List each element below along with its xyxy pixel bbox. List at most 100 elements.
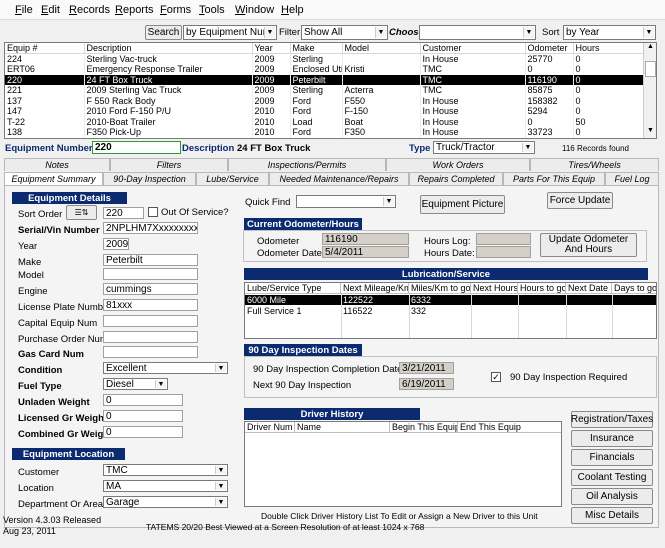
list-cell: Full Service 1 xyxy=(247,306,302,316)
tab-tires-wheels[interactable]: Tires/Wheels xyxy=(530,158,659,171)
table-cell: TMC xyxy=(420,85,526,96)
menu-forms[interactable]: Forms xyxy=(160,4,191,16)
driver-col-header[interactable]: Name xyxy=(295,422,390,433)
grid-scrollbar[interactable]: ▲ ▼ xyxy=(643,43,656,138)
scroll-up-icon[interactable]: ▲ xyxy=(645,43,656,54)
menu-window[interactable]: Window xyxy=(235,4,274,16)
tab-filters[interactable]: Filters xyxy=(110,158,228,171)
tab-fuel-log[interactable]: Fuel Log xyxy=(605,172,659,185)
out-of-service-checkbox[interactable] xyxy=(148,207,158,217)
grid-header[interactable]: Model xyxy=(342,43,421,54)
menu-file[interactable]: File xyxy=(15,4,33,16)
grid-header[interactable]: Customer xyxy=(420,43,526,54)
lube-col-header[interactable]: Next Mileage/Km xyxy=(341,283,409,294)
tab-parts[interactable]: Parts For This Equip xyxy=(503,172,605,185)
update-odometer-button[interactable]: Update Odometer And Hours xyxy=(540,233,637,257)
force-update-button[interactable]: Force Update xyxy=(547,192,613,209)
tab-90-day-inspection[interactable]: 90-Day Inspection xyxy=(103,172,196,185)
coolant-testing-button[interactable]: Coolant Testing xyxy=(571,469,653,486)
table-row[interactable]: 220 24 FT Box Truck 2009 Peterbilt TMC 116190… xyxy=(5,74,645,85)
driver-col-header[interactable]: Begin This Equip xyxy=(390,422,458,433)
menu-records[interactable]: Records xyxy=(69,4,110,16)
grid-header[interactable]: Make xyxy=(290,43,343,54)
capital-equip-field[interactable] xyxy=(103,315,198,327)
table-row[interactable]: 147 2010 Ford F-150 P/U 2010 Ford F-150 In Ho… xyxy=(5,106,645,117)
table-row[interactable]: 224 Sterling Vac-truck 2009 Sterling In Hous… xyxy=(5,53,645,64)
inspection-required-checkbox[interactable]: ✓ xyxy=(491,372,501,382)
table-row[interactable]: T-22 2010-Boat Trailer 2010 Load Boat In Hous… xyxy=(5,116,645,127)
po-field[interactable] xyxy=(103,331,198,343)
search-by-select[interactable]: by Equipment Num ▼ xyxy=(183,25,277,40)
lube-col-header[interactable]: Lube/Service Type xyxy=(245,283,341,294)
table-row[interactable]: 221 2009 Sterling Vac Truck 2009 Sterling Ac… xyxy=(5,85,645,96)
department-select[interactable]: Garage ▼ xyxy=(103,496,228,508)
sort-value: by Year xyxy=(566,27,600,38)
type-select[interactable]: Truck/Tractor ▼ xyxy=(433,141,535,154)
tab-work-orders[interactable]: Work Orders xyxy=(386,158,530,171)
quick-find-select[interactable]: ▼ xyxy=(296,195,396,208)
menu-help[interactable]: Help xyxy=(281,4,304,16)
grid-header[interactable]: Equip # xyxy=(5,43,85,54)
year-field[interactable]: 2009 xyxy=(103,238,129,250)
fuel-type-select[interactable]: Diesel ▼ xyxy=(103,378,168,390)
engine-field[interactable]: cummings xyxy=(103,283,198,295)
make-field[interactable]: Peterbilt xyxy=(103,254,198,266)
grid-header[interactable]: Odometer xyxy=(525,43,574,54)
sort-order-button[interactable]: ☰⇅ xyxy=(66,205,97,220)
licensed-weight-field[interactable]: 0 xyxy=(103,410,183,422)
unladen-weight-field[interactable]: 0 xyxy=(103,394,183,406)
tab-notes[interactable]: Notes xyxy=(4,158,110,171)
location-select[interactable]: MA ▼ xyxy=(103,480,228,492)
registration-taxes-button[interactable]: Registration/Taxes xyxy=(571,411,653,428)
table-row[interactable]: ERT06 Emergency Response Trailer 2009 Enclo… xyxy=(5,64,645,75)
sort-order-field[interactable]: 220 xyxy=(103,207,144,219)
plate-field[interactable]: 81xxx xyxy=(103,299,198,311)
lube-col-header[interactable]: Hours to go xyxy=(518,283,566,294)
description-label: Description xyxy=(182,143,235,154)
serial-field[interactable]: 2NPLHM7Xxxxxxxxxxxx xyxy=(103,222,198,234)
list-item[interactable]: 6000 Mile 122522 6332 xyxy=(245,295,656,305)
lube-col-header[interactable]: Next Date xyxy=(566,283,612,294)
menu-reports[interactable]: Reports xyxy=(115,4,154,16)
filter-select[interactable]: Show All ▼ xyxy=(301,25,388,40)
customer-select[interactable]: TMC ▼ xyxy=(103,464,228,476)
table-row[interactable]: 138 F350 Pick-Up 2010 Ford F350 In House 33723… xyxy=(5,127,645,138)
grid-header[interactable]: Hours xyxy=(573,43,645,54)
lube-col-header[interactable]: Miles/Km to go xyxy=(409,283,471,294)
financials-button[interactable]: Financials xyxy=(571,449,653,466)
menu-tools[interactable]: Tools xyxy=(199,4,225,16)
equipment-number-field[interactable]: 220 xyxy=(92,141,181,154)
model-field[interactable] xyxy=(103,268,198,280)
oil-analysis-button[interactable]: Oil Analysis xyxy=(571,488,653,505)
condition-select[interactable]: Excellent ▼ xyxy=(103,362,228,374)
tab-equipment-summary[interactable]: Equipment Summary xyxy=(4,172,103,185)
tab-lube-service[interactable]: Lube/Service xyxy=(196,172,269,185)
sort-select[interactable]: by Year ▼ xyxy=(563,25,656,40)
tab-needed-maintenance[interactable]: Needed Maintenance/Repairs xyxy=(269,172,409,185)
scroll-thumb[interactable] xyxy=(645,61,656,77)
misc-details-button[interactable]: Misc Details xyxy=(571,507,653,524)
insurance-button[interactable]: Insurance xyxy=(571,430,653,447)
list-item[interactable]: Full Service 1 116522 332 xyxy=(245,306,656,316)
grid-header[interactable]: Description xyxy=(84,43,253,54)
chevron-down-icon: ▼ xyxy=(643,27,654,38)
search-button[interactable]: Search xyxy=(145,25,182,40)
chevron-down-icon: ▼ xyxy=(215,482,226,490)
lube-col-header[interactable]: Days to go xyxy=(612,283,656,294)
lube-col-header[interactable]: Next Hours xyxy=(471,283,518,294)
choose-select[interactable]: ▼ xyxy=(419,25,536,40)
gas-card-field[interactable] xyxy=(103,346,198,358)
menu-edit[interactable]: Edit xyxy=(41,4,60,16)
lube-list[interactable]: Lube/Service Type Next Mileage/Km Miles/… xyxy=(244,282,657,339)
equipment-picture-button[interactable]: Equipment Picture xyxy=(420,195,505,214)
combined-weight-field[interactable]: 0 xyxy=(103,426,183,438)
grid-header[interactable]: Year xyxy=(252,43,291,54)
scroll-down-icon[interactable]: ▼ xyxy=(645,127,656,138)
driver-col-header[interactable]: End This Equip xyxy=(458,422,561,433)
driver-history-list[interactable]: Driver Num Name Begin This Equip End Thi… xyxy=(244,421,562,507)
tab-repairs-completed[interactable]: Repairs Completed xyxy=(409,172,503,185)
tab-inspections-permits[interactable]: Inspections/Permits xyxy=(228,158,386,171)
equipment-grid[interactable]: Equip # Description Year Make Model Cust… xyxy=(4,42,657,139)
driver-col-header[interactable]: Driver Num xyxy=(245,422,295,433)
table-row[interactable]: 137 F 550 Rack Body 2009 Ford F550 In House 15… xyxy=(5,95,645,106)
